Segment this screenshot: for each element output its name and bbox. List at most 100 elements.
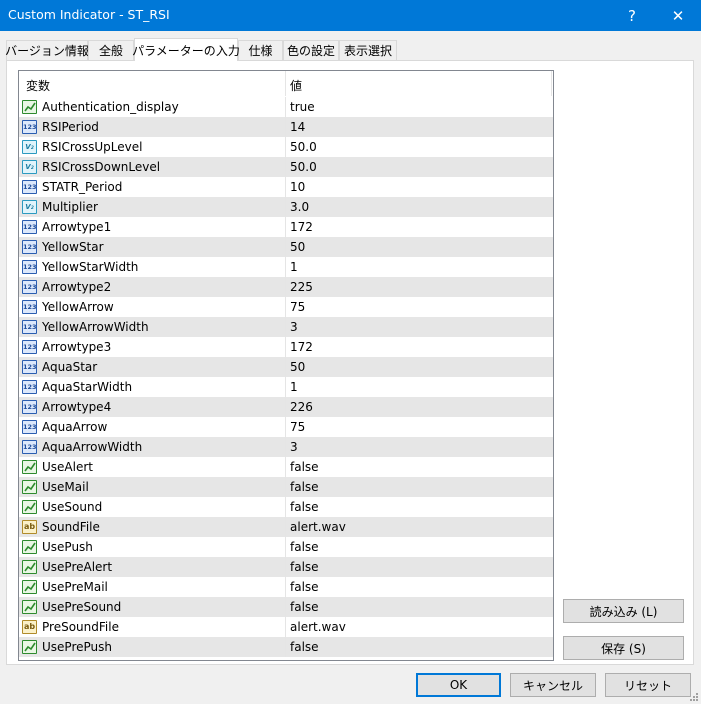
table-row[interactable]: 123 AquaArrowWidth 3 — [19, 437, 553, 457]
table-row[interactable]: UsePreSound false — [19, 597, 553, 617]
parameter-value[interactable]: false — [290, 640, 319, 654]
table-row[interactable]: UsePrePush false — [19, 637, 553, 657]
table-row[interactable]: V₂ Multiplier 3.0 — [19, 197, 553, 217]
parameter-value[interactable]: 50 — [290, 360, 305, 374]
parameter-value[interactable]: 50.0 — [290, 160, 317, 174]
cell-divider — [285, 497, 286, 517]
table-row[interactable]: 123 YellowArrow 75 — [19, 297, 553, 317]
parameter-name: UsePrePush — [42, 640, 112, 654]
cancel-button[interactable]: キャンセル — [510, 673, 596, 697]
table-row[interactable]: 123 STATR_Period 10 — [19, 177, 553, 197]
table-row[interactable]: UsePush false — [19, 537, 553, 557]
parameter-name: UsePush — [42, 540, 93, 554]
parameter-name: PreSoundFile — [42, 620, 119, 634]
parameter-value[interactable]: false — [290, 460, 319, 474]
parameter-value[interactable]: 226 — [290, 400, 313, 414]
parameter-value[interactable]: false — [290, 500, 319, 514]
reset-button[interactable]: リセット — [605, 673, 691, 697]
column-divider[interactable] — [285, 71, 286, 96]
parameter-value[interactable]: false — [290, 600, 319, 614]
table-row[interactable]: ab SoundFile alert.wav — [19, 517, 553, 537]
cell-divider — [285, 517, 286, 537]
parameter-value[interactable]: false — [290, 480, 319, 494]
table-row[interactable]: 123 AquaArrow 75 — [19, 417, 553, 437]
parameter-value[interactable]: 10 — [290, 180, 305, 194]
title-bar: Custom Indicator - ST_RSI ? ✕ — [0, 0, 701, 31]
parameter-value[interactable]: 75 — [290, 420, 305, 434]
table-row[interactable]: Authentication_display true — [19, 97, 553, 117]
close-button[interactable]: ✕ — [655, 0, 701, 31]
table-row[interactable]: UseAlert false — [19, 457, 553, 477]
table-row[interactable]: UseMail false — [19, 477, 553, 497]
tab-general[interactable]: 全般 — [88, 40, 134, 60]
integer-type-icon: 123 — [22, 300, 37, 314]
table-row[interactable]: 123 AquaStarWidth 1 — [19, 377, 553, 397]
table-row[interactable]: UsePreMail false — [19, 577, 553, 597]
integer-type-icon: 123 — [22, 440, 37, 454]
table-row[interactable]: 123 YellowArrowWidth 3 — [19, 317, 553, 337]
parameter-value[interactable]: 75 — [290, 300, 305, 314]
parameter-name: AquaArrow — [42, 420, 108, 434]
bool-type-icon — [22, 480, 37, 494]
parameter-value[interactable]: 172 — [290, 340, 313, 354]
ok-button[interactable]: OK — [416, 673, 501, 697]
table-row[interactable]: UsePreAlert false — [19, 557, 553, 577]
parameter-value[interactable]: 14 — [290, 120, 305, 134]
table-row[interactable]: 123 Arrowtype1 172 — [19, 217, 553, 237]
parameter-name: STATR_Period — [42, 180, 123, 194]
save-button[interactable]: 保存 (S) — [563, 636, 684, 660]
parameter-value[interactable]: true — [290, 100, 315, 114]
parameter-value[interactable]: 50.0 — [290, 140, 317, 154]
parameter-name: UsePreAlert — [42, 560, 113, 574]
table-row[interactable]: 123 RSIPeriod 14 — [19, 117, 553, 137]
table-row[interactable]: 123 Arrowtype2 225 — [19, 277, 553, 297]
tab-color-settings[interactable]: 色の設定 — [283, 40, 339, 60]
grid-header: 変数 値 — [19, 71, 553, 96]
parameter-value[interactable]: alert.wav — [290, 520, 346, 534]
tab-version-info[interactable]: バージョン情報 — [5, 40, 89, 60]
parameter-value[interactable]: false — [290, 540, 319, 554]
parameter-value[interactable]: 1 — [290, 260, 298, 274]
bool-type-icon — [22, 540, 37, 554]
parameter-value[interactable]: 1 — [290, 380, 298, 394]
parameter-value[interactable]: 3.0 — [290, 200, 309, 214]
double-type-icon: V₂ — [22, 140, 37, 154]
parameter-value[interactable]: 3 — [290, 320, 298, 334]
bool-type-icon — [22, 100, 37, 114]
table-row[interactable]: ab PreSoundFile alert.wav — [19, 617, 553, 637]
parameter-value[interactable]: 50 — [290, 240, 305, 254]
tab-spec[interactable]: 仕様 — [238, 40, 283, 60]
table-row[interactable]: 123 YellowStar 50 — [19, 237, 553, 257]
column-header-variable[interactable]: 変数 — [26, 77, 50, 94]
parameter-name: UseSound — [42, 500, 103, 514]
bool-type-icon — [22, 500, 37, 514]
parameter-name: Arrowtype1 — [42, 220, 112, 234]
tab-input-parameters[interactable]: パラメーターの入力 — [132, 38, 240, 61]
table-row[interactable]: 123 Arrowtype3 172 — [19, 337, 553, 357]
parameter-name: AquaStarWidth — [42, 380, 133, 394]
cell-divider — [285, 217, 286, 237]
parameter-name: YellowArrow — [42, 300, 114, 314]
table-row[interactable]: UseSound false — [19, 497, 553, 517]
table-row[interactable]: V₂ RSICrossUpLevel 50.0 — [19, 137, 553, 157]
column-divider — [551, 71, 552, 96]
integer-type-icon: 123 — [22, 400, 37, 414]
tab-display-select[interactable]: 表示選択 — [339, 40, 397, 60]
resize-grip-icon[interactable] — [689, 692, 699, 702]
parameter-value[interactable]: false — [290, 560, 319, 574]
parameter-value[interactable]: false — [290, 580, 319, 594]
parameter-name: Arrowtype3 — [42, 340, 112, 354]
help-button[interactable]: ? — [609, 0, 655, 31]
table-row[interactable]: 123 AquaStar 50 — [19, 357, 553, 377]
parameter-name: YellowStar — [42, 240, 104, 254]
table-row[interactable]: 123 YellowStarWidth 1 — [19, 257, 553, 277]
parameter-name: Authentication_display — [42, 100, 179, 114]
parameter-value[interactable]: 172 — [290, 220, 313, 234]
table-row[interactable]: 123 Arrowtype4 226 — [19, 397, 553, 417]
parameter-value[interactable]: 3 — [290, 440, 298, 454]
parameter-value[interactable]: 225 — [290, 280, 313, 294]
load-button[interactable]: 読み込み (L) — [563, 599, 684, 623]
table-row[interactable]: V₂ RSICrossDownLevel 50.0 — [19, 157, 553, 177]
column-header-value[interactable]: 値 — [290, 77, 302, 94]
parameter-value[interactable]: alert.wav — [290, 620, 346, 634]
